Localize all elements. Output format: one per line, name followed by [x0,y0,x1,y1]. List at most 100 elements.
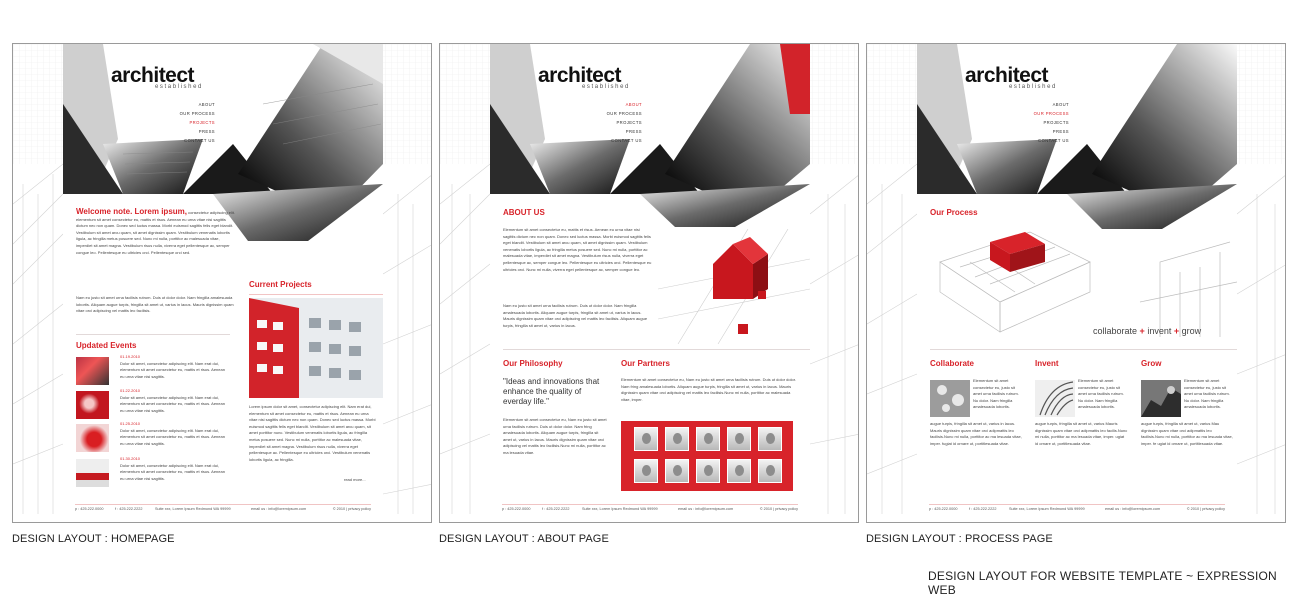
tagline-collaborate: collaborate [1093,326,1138,336]
nav-projects[interactable]: PROJECTS [175,118,215,127]
grow-thumb[interactable] [1141,380,1181,417]
nav-our-process[interactable]: OUR PROCESS [1029,109,1069,118]
partner-photo[interactable] [758,427,782,451]
footer-email[interactable]: email us : info@loremipsum.com [678,507,733,511]
footer-email[interactable]: email us : info@loremipsum.com [251,507,306,511]
event-4: 01.30.2010 Dolor sit amet, consectetur a… [120,456,228,482]
nav-press[interactable]: PRESS [602,127,642,136]
footer-address: Suite xxx, Lorem Ipsum Redmond WA 99999 [582,507,658,511]
tagline-plus: + [1139,326,1145,336]
current-projects-image[interactable] [249,298,383,398]
caption-about-page: DESIGN LAYOUT : ABOUT PAGE [439,533,609,545]
footer: p : 425.222.0000 f : 425.222.2222 Suite … [929,504,1225,512]
page-frame: architect established ABOUT OUR PROCESS … [917,44,1237,522]
process-tagline: collaborate + invent + grow [1093,326,1201,336]
nav-press[interactable]: PRESS [175,127,215,136]
welcome-text: consectetur adipiscing elit. elementum s… [76,210,236,255]
column-title-invent: Invent [1035,359,1059,368]
partner-photo[interactable] [758,459,782,483]
event-thumb-1[interactable] [76,357,109,385]
welcome-block: Welcome note. Lorem ipsum, consectetur a… [76,208,236,256]
read-more-link[interactable]: read more... [344,477,366,484]
nav-our-process[interactable]: OUR PROCESS [175,109,215,118]
layout-process-page: architect established ABOUT OUR PROCESS … [866,43,1286,523]
footer-copyright[interactable]: © 2010 | privacy policy [1187,507,1225,511]
main-nav: ABOUT OUR PROCESS PROJECTS PRESS CONTACT… [602,100,642,145]
layout-homepage: architect established ABOUT OUR PROCESS … [12,43,432,523]
nav-about[interactable]: ABOUT [175,100,215,109]
nav-projects[interactable]: PROJECTS [1029,118,1069,127]
partner-photo[interactable] [696,427,720,451]
process-floorplan-image [939,231,1237,337]
event-2: 01.22.2010 Dolor sit amet, consectetur a… [120,388,228,414]
footer-phone: p : 425.222.0000 [75,507,104,511]
partners-title: Our Partners [621,359,670,368]
partner-photo[interactable] [634,427,658,451]
footer-fax: f : 425.222.2222 [969,507,997,511]
event-text: Dolor sit amet, consectetur adipiscing e… [120,394,225,413]
current-projects-title: Current Projects [249,280,312,289]
nav-about[interactable]: ABOUT [1029,100,1069,109]
red-house-image [658,229,810,344]
about-text-2: Nam eu justo sit amet urna facilisis rut… [503,303,648,328]
caption-process-page: DESIGN LAYOUT : PROCESS PAGE [866,533,1053,545]
tagline-grow: grow [1181,326,1202,336]
grow-long: augue turpis, fringilla sit amet ut, var… [1141,421,1233,446]
about-text: Elementum sit amet consectetur eu, matti… [503,227,652,272]
footer: p : 425.222.0000 f : 425.222.2222 Suite … [502,504,798,512]
partner-photo[interactable] [634,459,658,483]
event-thumb-2[interactable] [76,391,109,419]
nav-contact-us[interactable]: CONTACT US [175,136,215,145]
partner-photo[interactable] [727,427,751,451]
philosophy-title: Our Philosophy [503,359,563,368]
logo-subtitle: established [155,84,203,90]
event-date: 01.30.2010 [120,456,141,461]
invent-long: augue turpis, fringilla sit amet ut, var… [1035,421,1128,446]
philosophy-text: Elementum sit amet consectetur eu, Nam e… [503,417,607,455]
event-thumb-4[interactable] [76,459,109,487]
footer-email[interactable]: email us : info@loremipsum.com [1105,507,1160,511]
partners-text: Elementum sit amet consectetur eu, Nam e… [621,377,796,402]
nav-projects[interactable]: PROJECTS [602,118,642,127]
event-thumb-3[interactable] [76,424,109,452]
invent-thumb[interactable] [1035,380,1075,417]
nav-contact-us[interactable]: CONTACT US [602,136,642,145]
event-date: 01.22.2010 [120,388,141,393]
footer-phone: p : 425.222.0000 [929,507,958,511]
footer-fax: f : 425.222.2222 [542,507,570,511]
collaborate-short: Elementum sit amet consectetur eu, justo… [973,378,1019,410]
main-nav: ABOUT OUR PROCESS PROJECTS PRESS CONTACT… [175,100,215,145]
updated-events-title: Updated Events [76,341,137,350]
event-1: 01.19.2010 Dolor sit amet, consectetur a… [120,354,228,380]
logo-subtitle: established [582,84,630,90]
tagline-plus: + [1173,326,1180,336]
footer-copyright[interactable]: © 2010 | privacy policy [760,507,798,511]
page-frame: architect established ABOUT OUR PROCESS … [490,44,810,522]
footer-phone: p : 425.222.0000 [502,507,531,511]
nav-about[interactable]: ABOUT [602,100,642,109]
tagline-invent: invent [1147,326,1172,336]
welcome-text-2: Nam eu justo sit amet urna facilisis rut… [76,295,234,314]
nav-contact-us[interactable]: CONTACT US [1029,136,1069,145]
projects-text: Lorem ipsum dolor sit amet, consectetur … [249,404,376,462]
partner-photo[interactable] [727,459,751,483]
partner-photo[interactable] [696,459,720,483]
partner-photo[interactable] [665,459,689,483]
footer-copyright[interactable]: © 2010 | privacy policy [333,507,371,511]
nav-our-process[interactable]: OUR PROCESS [602,109,642,118]
main-nav: ABOUT OUR PROCESS PROJECTS PRESS CONTACT… [1029,100,1069,145]
collaborate-thumb[interactable] [930,380,970,417]
grow-short: Elementum sit amet consectetur eu, justo… [1184,378,1230,410]
collaborate-long: augue turpis, fringilla sit amet ut, var… [930,421,1022,446]
layout-about-page: architect established ABOUT OUR PROCESS … [439,43,859,523]
process-title: Our Process [930,208,978,217]
logo-subtitle: established [1009,84,1057,90]
event-text: Dolor sit amet, consectetur adipiscing e… [120,360,225,379]
caption-homepage: DESIGN LAYOUT : HOMEPAGE [12,533,175,545]
partner-photo[interactable] [665,427,689,451]
nav-press[interactable]: PRESS [1029,127,1069,136]
event-3: 01.25.2010 Dolor sit amet, consectetur a… [120,421,228,447]
philosophy-quote: "Ideas and innovations that enhance the … [503,377,600,406]
footer-fax: f : 425.222.2222 [115,507,143,511]
invent-short: Elementum sit amet consectetur eu, justo… [1078,378,1124,410]
